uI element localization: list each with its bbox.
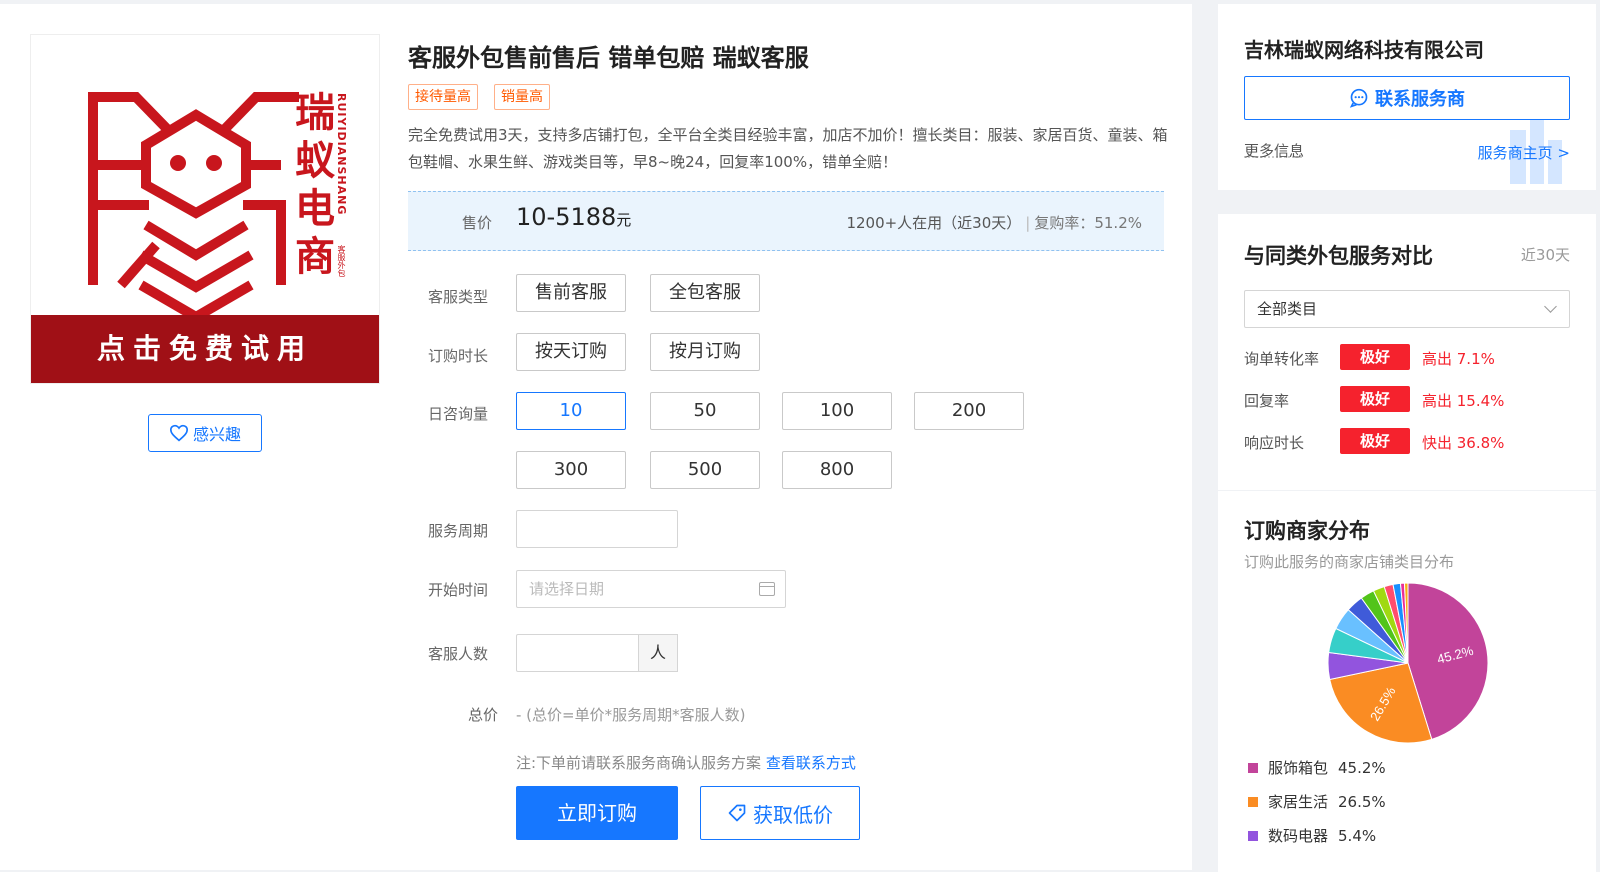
metric-conversion-value: 高出 7.1% [1422,350,1495,368]
order-note: 注:下单前请联系服务商确认服务方案 查看联系方式 [516,752,856,773]
order-note-text: 注:下单前请联系服务商确认服务方案 [516,754,762,772]
product-image[interactable]: 瑞 蚁 电 商 RUIYIDIANSHANG 客服外包 点击免费试用 [30,34,380,384]
metric-reply-badge: 极好 [1340,386,1410,412]
price-tag-icon [728,804,746,822]
metric-conversion-badge: 极好 [1340,344,1410,370]
option-daily-200[interactable]: 200 [914,392,1024,430]
users-count: 1200+人在用（近30天） [846,214,1022,232]
vendor-home-link[interactable]: 服务商主页 > [1478,142,1570,163]
option-daily-50[interactable]: 50 [650,392,760,430]
company-name: 吉林瑞蚁网络科技有限公司 [1244,38,1484,62]
product-card: 瑞 蚁 电 商 RUIYIDIANSHANG 客服外包 点击免费试用 感兴趣 客… [0,4,1192,870]
staff-unit: 人 [638,634,678,672]
option-daily-100[interactable]: 100 [782,392,892,430]
legend-swatch [1248,830,1258,841]
category-select-value: 全部类目 [1257,300,1318,318]
free-trial-banner[interactable]: 点击免费试用 [31,315,379,383]
distribution-card: 订购商家分布 订购此服务的商家店铺类目分布 45.2% 26.5% 服饰箱包 45… [1218,490,1596,872]
option-by-day[interactable]: 按天订购 [516,333,626,371]
calendar-icon [759,582,775,596]
legend-swatch [1248,796,1258,807]
legend-item: 家居生活 26.5% [1248,791,1386,812]
option-daily-800[interactable]: 800 [782,451,892,489]
distribution-subtitle: 订购此服务的商家店铺类目分布 [1244,553,1455,571]
heart-icon [169,424,188,442]
compare-title: 与同类外包服务对比 [1244,244,1433,268]
service-type-label: 客服类型 [428,288,489,306]
get-low-price-label: 获取低价 [753,802,833,827]
product-description: 完全免费试用3天，支持多店铺打包，全平台全类目经验丰富，加店不加价！擅长类目：服… [408,126,1168,171]
option-fullservice[interactable]: 全包客服 [650,274,760,312]
brand-sub: 客服外包 [337,245,346,277]
option-daily-10[interactable]: 10 [516,392,626,430]
staff-count-input[interactable] [516,634,640,672]
category-select[interactable]: 全部类目 [1244,290,1570,328]
start-date-placeholder: 请选择日期 [529,580,605,598]
option-daily-300[interactable]: 300 [516,451,626,489]
brand-name: 瑞 蚁 电 商 [293,89,337,281]
interest-button[interactable]: 感兴趣 [148,414,262,452]
product-tags: 接待量高 销量高 [408,84,550,110]
legend-name: 数码电器 [1268,827,1329,845]
staff-count-label: 客服人数 [428,645,489,663]
duration-label: 订购时长 [428,347,489,365]
product-title: 客服外包售前售后 错单包赔 瑞蚁客服 [408,44,809,72]
price-meta: 1200+人在用（近30天） | 复购率：51.2% [846,214,1142,232]
buy-now-button[interactable]: 立即订购 [516,786,678,840]
distribution-pie-chart: 45.2% 26.5% [1318,573,1498,753]
legend-name: 家居生活 [1268,793,1329,811]
brand-char: 电 [295,185,335,232]
chevron-down-icon [1544,300,1557,313]
total-formula: - (总价=单价*服务周期*客服人数) [516,706,746,724]
pie-svg: 45.2%26.5% [1327,582,1489,744]
vendor-card: 吉林瑞蚁网络科技有限公司 联系服务商 更多信息 服务商主页 > [1218,4,1596,190]
distribution-title: 订购商家分布 [1244,519,1370,543]
total-label: 总价 [467,706,498,724]
chat-bubble-icon [1349,88,1368,108]
view-contact-link[interactable]: 查看联系方式 [766,754,856,772]
price-value: 10-5188元 [516,203,631,231]
legend-swatch [1248,762,1258,773]
service-period-input[interactable] [516,510,678,548]
metric-response-label: 响应时长 [1244,434,1305,452]
more-info-link[interactable]: 更多信息 [1244,140,1304,161]
metric-conversion-label: 询单转化率 [1244,350,1320,368]
service-period-label: 服务周期 [428,522,489,540]
metric-response-value: 快出 36.8% [1422,434,1505,452]
metric-reply-value: 高出 15.4% [1422,392,1505,410]
price-panel: 售价 10-5188元 1200+人在用（近30天） | 复购率：51.2% [408,191,1164,251]
legend-pct: 5.4% [1338,826,1377,845]
start-date-input[interactable]: 请选择日期 [516,570,786,608]
option-daily-500[interactable]: 500 [650,451,760,489]
brand-pinyin: RUIYIDIANSHANG [335,93,348,216]
repurchase-rate: 复购率：51.2% [1034,214,1142,232]
price-number: 10-5188 [516,203,617,231]
price-unit: 元 [616,211,632,229]
daily-volume-label: 日咨询量 [428,405,489,423]
interest-label: 感兴趣 [192,425,241,444]
brand-char: 瑞 [295,89,335,136]
contact-vendor-label: 联系服务商 [1375,89,1465,110]
price-label: 售价 [462,214,493,232]
legend-pct: 26.5% [1338,792,1386,811]
metric-response-badge: 极好 [1340,428,1410,454]
legend-item: 服饰箱包 45.2% [1248,757,1386,778]
start-date-label: 开始时间 [428,581,489,599]
option-presale[interactable]: 售前客服 [516,274,626,312]
brand-char: 蚁 [295,137,335,184]
compare-period: 近30天 [1520,246,1570,264]
contact-vendor-button[interactable]: 联系服务商 [1244,76,1570,120]
metric-reply-label: 回复率 [1244,392,1290,410]
get-low-price-button[interactable]: 获取低价 [700,786,860,840]
brand-char: 商 [295,233,335,280]
tag-sales: 销量高 [494,84,550,110]
legend-item: 数码电器 5.4% [1248,825,1376,846]
option-by-month[interactable]: 按月订购 [650,333,760,371]
legend-pct: 45.2% [1338,758,1386,777]
tag-reception: 接待量高 [408,84,478,110]
compare-card: 与同类外包服务对比 近30天 全部类目 询单转化率 极好 高出 7.1% 回复率… [1218,214,1596,490]
legend-name: 服饰箱包 [1268,759,1329,777]
